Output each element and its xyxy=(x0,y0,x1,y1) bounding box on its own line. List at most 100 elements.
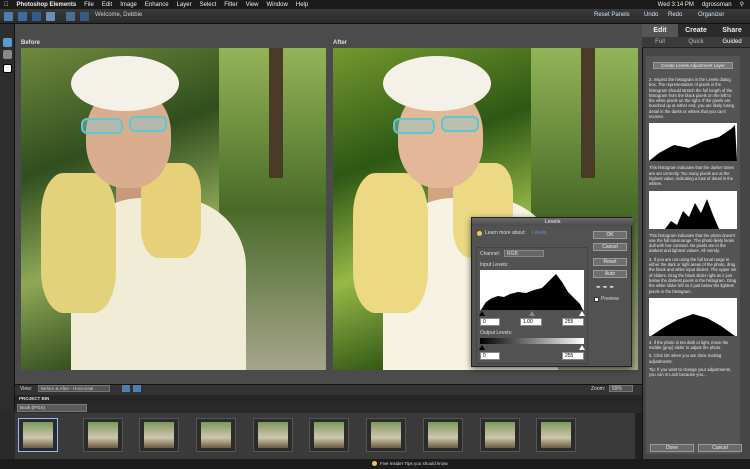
output-levels-label: Output Levels: xyxy=(480,330,513,336)
output-black-field[interactable]: 0 xyxy=(480,352,500,360)
menu-enhance[interactable]: Enhance xyxy=(145,2,169,8)
guide-step-3: 3. If you are not using the full tonal r… xyxy=(649,256,737,294)
thumbnail-selected[interactable] xyxy=(18,418,58,452)
input-white-field[interactable]: 255 xyxy=(562,318,584,326)
view-mode-select[interactable]: Before & After - Horizontal xyxy=(38,385,110,392)
panel-subtabs: Full Quick Guided xyxy=(642,37,750,48)
gray-input-slider[interactable] xyxy=(529,311,535,316)
menu-app-name[interactable]: Photoshop Elements xyxy=(17,2,77,8)
guide-step-5: 5. Click OK when you are done making adj… xyxy=(649,353,722,364)
print-icon[interactable] xyxy=(46,12,55,21)
subtab-guided[interactable]: Guided xyxy=(714,37,750,47)
search-icon[interactable]: ⚲ xyxy=(740,1,744,8)
thumbnail[interactable] xyxy=(536,418,576,452)
thumbnail[interactable] xyxy=(480,418,520,452)
organizer-button[interactable]: Organizer xyxy=(698,12,724,18)
before-photo[interactable] xyxy=(21,48,326,370)
menu-file[interactable]: File xyxy=(84,2,94,8)
done-button[interactable]: Done xyxy=(650,444,694,452)
after-label: After xyxy=(333,40,348,46)
input-gamma-field[interactable]: 1.00 xyxy=(520,318,542,326)
levels-title[interactable]: Levels xyxy=(472,218,633,226)
guided-content: Create Levels Adjustment Layer 2. Inspec… xyxy=(646,56,740,454)
cancel-button[interactable]: Cancel xyxy=(593,243,627,251)
tab-edit[interactable]: Edit xyxy=(642,24,678,37)
menu-window[interactable]: Window xyxy=(267,2,288,8)
new-icon[interactable] xyxy=(4,12,13,21)
reset-button[interactable]: Reset xyxy=(593,258,627,266)
menu-select[interactable]: Select xyxy=(200,2,217,8)
open-icon[interactable] xyxy=(18,12,27,21)
redo-button[interactable]: Redo xyxy=(668,12,682,18)
view-label: View: xyxy=(20,386,33,392)
histogram-narrow-range xyxy=(649,190,737,229)
tab-share[interactable]: Share xyxy=(714,24,750,37)
histogram-full-range xyxy=(649,297,737,336)
create-levels-layer-button[interactable]: Create Levels Adjustment Layer xyxy=(653,62,733,69)
menu-layer[interactable]: Layer xyxy=(177,2,192,8)
channel-select[interactable]: RGB xyxy=(504,250,544,257)
thumbnail[interactable] xyxy=(139,418,179,452)
eyedroppers-icon[interactable]: ✒ ✒ ✒ xyxy=(596,284,614,291)
preview-checkbox[interactable] xyxy=(594,297,599,302)
project-bin-thumbnails xyxy=(15,413,635,459)
project-bin-header xyxy=(15,395,642,403)
thumbnail[interactable] xyxy=(83,418,123,452)
levels-dialog: Levels Learn more about: Levels OK Cance… xyxy=(471,217,633,367)
screen-icon[interactable] xyxy=(80,12,89,21)
welcome-text: Welcome, Debbie xyxy=(95,12,143,18)
output-white-field[interactable]: 255 xyxy=(562,352,584,360)
zoom-label: Zoom: xyxy=(591,386,606,392)
thumbnail[interactable] xyxy=(423,418,463,452)
levels-histogram xyxy=(480,270,584,310)
menu-bar:  Photoshop Elements File Edit Image Enh… xyxy=(0,0,750,9)
menu-filter[interactable]: Filter xyxy=(224,2,237,8)
layout-icon[interactable] xyxy=(66,12,75,21)
subtab-quick[interactable]: Quick xyxy=(678,37,714,47)
thumbnail[interactable] xyxy=(366,418,406,452)
guide-step-2: 2. Inspect the histogram in the Levels d… xyxy=(649,77,735,120)
user-name[interactable]: dgrossman xyxy=(702,2,732,8)
guide-tip: Tip: If you want to change your adjustme… xyxy=(649,367,732,378)
tip-icon xyxy=(372,461,377,466)
reset-panels-button[interactable]: Reset Panels xyxy=(594,12,630,18)
hand-tool-icon[interactable] xyxy=(3,50,12,59)
subtab-full[interactable]: Full xyxy=(642,37,678,47)
clock: Wed 3:14 PM xyxy=(657,1,694,8)
bin-source-select[interactable]: Book (IFGS) xyxy=(17,404,87,412)
white-input-slider[interactable] xyxy=(579,311,585,316)
menu-help[interactable]: Help xyxy=(296,2,308,8)
histogram-clipped-whites xyxy=(649,123,737,162)
zoom-tool-icon[interactable] xyxy=(3,38,12,47)
panel-cancel-button[interactable]: Cancel xyxy=(698,444,742,452)
menu-image[interactable]: Image xyxy=(120,2,137,8)
sync-view-icon[interactable] xyxy=(122,385,130,392)
swap-view-icon[interactable] xyxy=(133,385,141,392)
tab-create[interactable]: Create xyxy=(678,24,714,37)
guide-step-4: 4. If the photo is too dark or light, mo… xyxy=(649,339,729,351)
output-gradient xyxy=(480,338,584,344)
menu-edit[interactable]: Edit xyxy=(102,2,112,8)
save-icon[interactable] xyxy=(32,12,41,21)
thumbnail[interactable] xyxy=(253,418,293,452)
channel-label: Channel: xyxy=(480,251,501,257)
input-levels-label: Input Levels: xyxy=(480,262,509,268)
zoom-select[interactable]: 69% xyxy=(609,385,633,392)
color-swatch-icon[interactable] xyxy=(3,64,12,73)
input-black-field[interactable]: 0 xyxy=(480,318,500,326)
white-output-slider[interactable] xyxy=(579,345,585,350)
ok-button[interactable]: OK xyxy=(593,231,627,239)
menu-view[interactable]: View xyxy=(246,2,259,8)
black-input-slider[interactable] xyxy=(479,311,485,316)
learn-more-link[interactable]: Levels xyxy=(532,230,546,236)
apple-icon[interactable]:  xyxy=(4,2,9,8)
lightbulb-icon xyxy=(477,231,482,236)
thumbnail[interactable] xyxy=(309,418,349,452)
guide-note-clipped: This histogram indicates that the darker… xyxy=(649,165,734,187)
black-output-slider[interactable] xyxy=(479,345,485,350)
auto-button[interactable]: Auto xyxy=(593,270,627,278)
status-tip[interactable]: Five Insider Tips you should know. xyxy=(380,461,449,466)
bin-scrollbar[interactable] xyxy=(635,413,642,459)
undo-button[interactable]: Undo xyxy=(644,12,658,18)
thumbnail[interactable] xyxy=(196,418,236,452)
